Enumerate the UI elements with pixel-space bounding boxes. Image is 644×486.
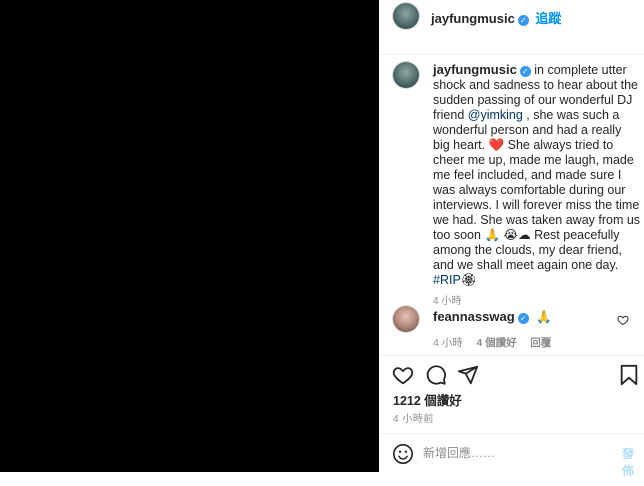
verified-icon: ✓ (517, 15, 529, 26)
post-actions: 1212 個讚好 4 小時前 發佈 (379, 355, 644, 486)
header-author-line: jayfungmusic ✓ 追蹤 (431, 8, 561, 27)
comment-reply-button[interactable]: 回覆 (530, 337, 551, 349)
caption-username[interactable]: jayfungmusic (433, 62, 517, 77)
header-username[interactable]: jayfungmusic (431, 11, 515, 26)
commenter-avatar[interactable] (393, 306, 419, 332)
comment-meta: 4 小時 4 個讚好 回覆 (433, 334, 551, 350)
comment-input[interactable] (423, 444, 593, 462)
comment-like-heart-icon[interactable] (617, 314, 629, 329)
save-bookmark-icon[interactable] (619, 364, 639, 389)
comment-line: feannasswag ✓ 🙏 (433, 309, 552, 325)
follow-button[interactable]: 追蹤 (535, 11, 561, 26)
caption-part-3: She always tried to cheer me up, made me… (433, 138, 641, 242)
comment-username[interactable]: feannasswag (433, 309, 515, 324)
likes-count[interactable]: 1212 個讚好 (393, 390, 462, 409)
author-avatar[interactable] (393, 3, 419, 29)
verified-icon: ✓ (517, 313, 529, 324)
comment-likes[interactable]: 4 個讚好 (476, 337, 516, 349)
like-heart-icon[interactable] (392, 364, 414, 389)
post-time[interactable]: 4 小時前 (393, 410, 434, 425)
comment-text: 🙏 (536, 310, 552, 324)
verified-icon: ✓ (519, 66, 531, 77)
comment-time: 4 小時 (433, 337, 463, 349)
hashtag-link[interactable]: #RIP (433, 273, 461, 287)
emoji-icon[interactable] (392, 443, 414, 468)
caption-author-avatar[interactable] (393, 62, 419, 88)
post-comment-button[interactable]: 發佈 (622, 445, 644, 479)
comment-bubble-icon[interactable] (425, 364, 447, 389)
comment-item: feannasswag ✓ 🙏 4 小時 4 個讚好 回覆 (393, 306, 633, 350)
crying-emoji: 😭 (503, 228, 519, 242)
flower-emoji: 🏵 (460, 273, 477, 287)
share-send-icon[interactable] (457, 364, 479, 389)
post-header: jayfungmusic ✓ 追蹤 (379, 0, 644, 55)
cloud-emoji: ☁ (518, 228, 531, 242)
comment-bar: 發佈 (379, 433, 644, 478)
post-media[interactable] (0, 0, 379, 472)
caption-text: jayfungmusic ✓ in complete utter shock an… (433, 62, 641, 309)
heart-emoji: ❤️ (488, 138, 505, 152)
pray-emoji: 🙏 (484, 228, 501, 242)
post-side-panel: jayfungmusic ✓ 追蹤 jayfungmusic ✓ in comple… (379, 0, 644, 478)
mention-link[interactable]: @yimking (468, 108, 523, 122)
